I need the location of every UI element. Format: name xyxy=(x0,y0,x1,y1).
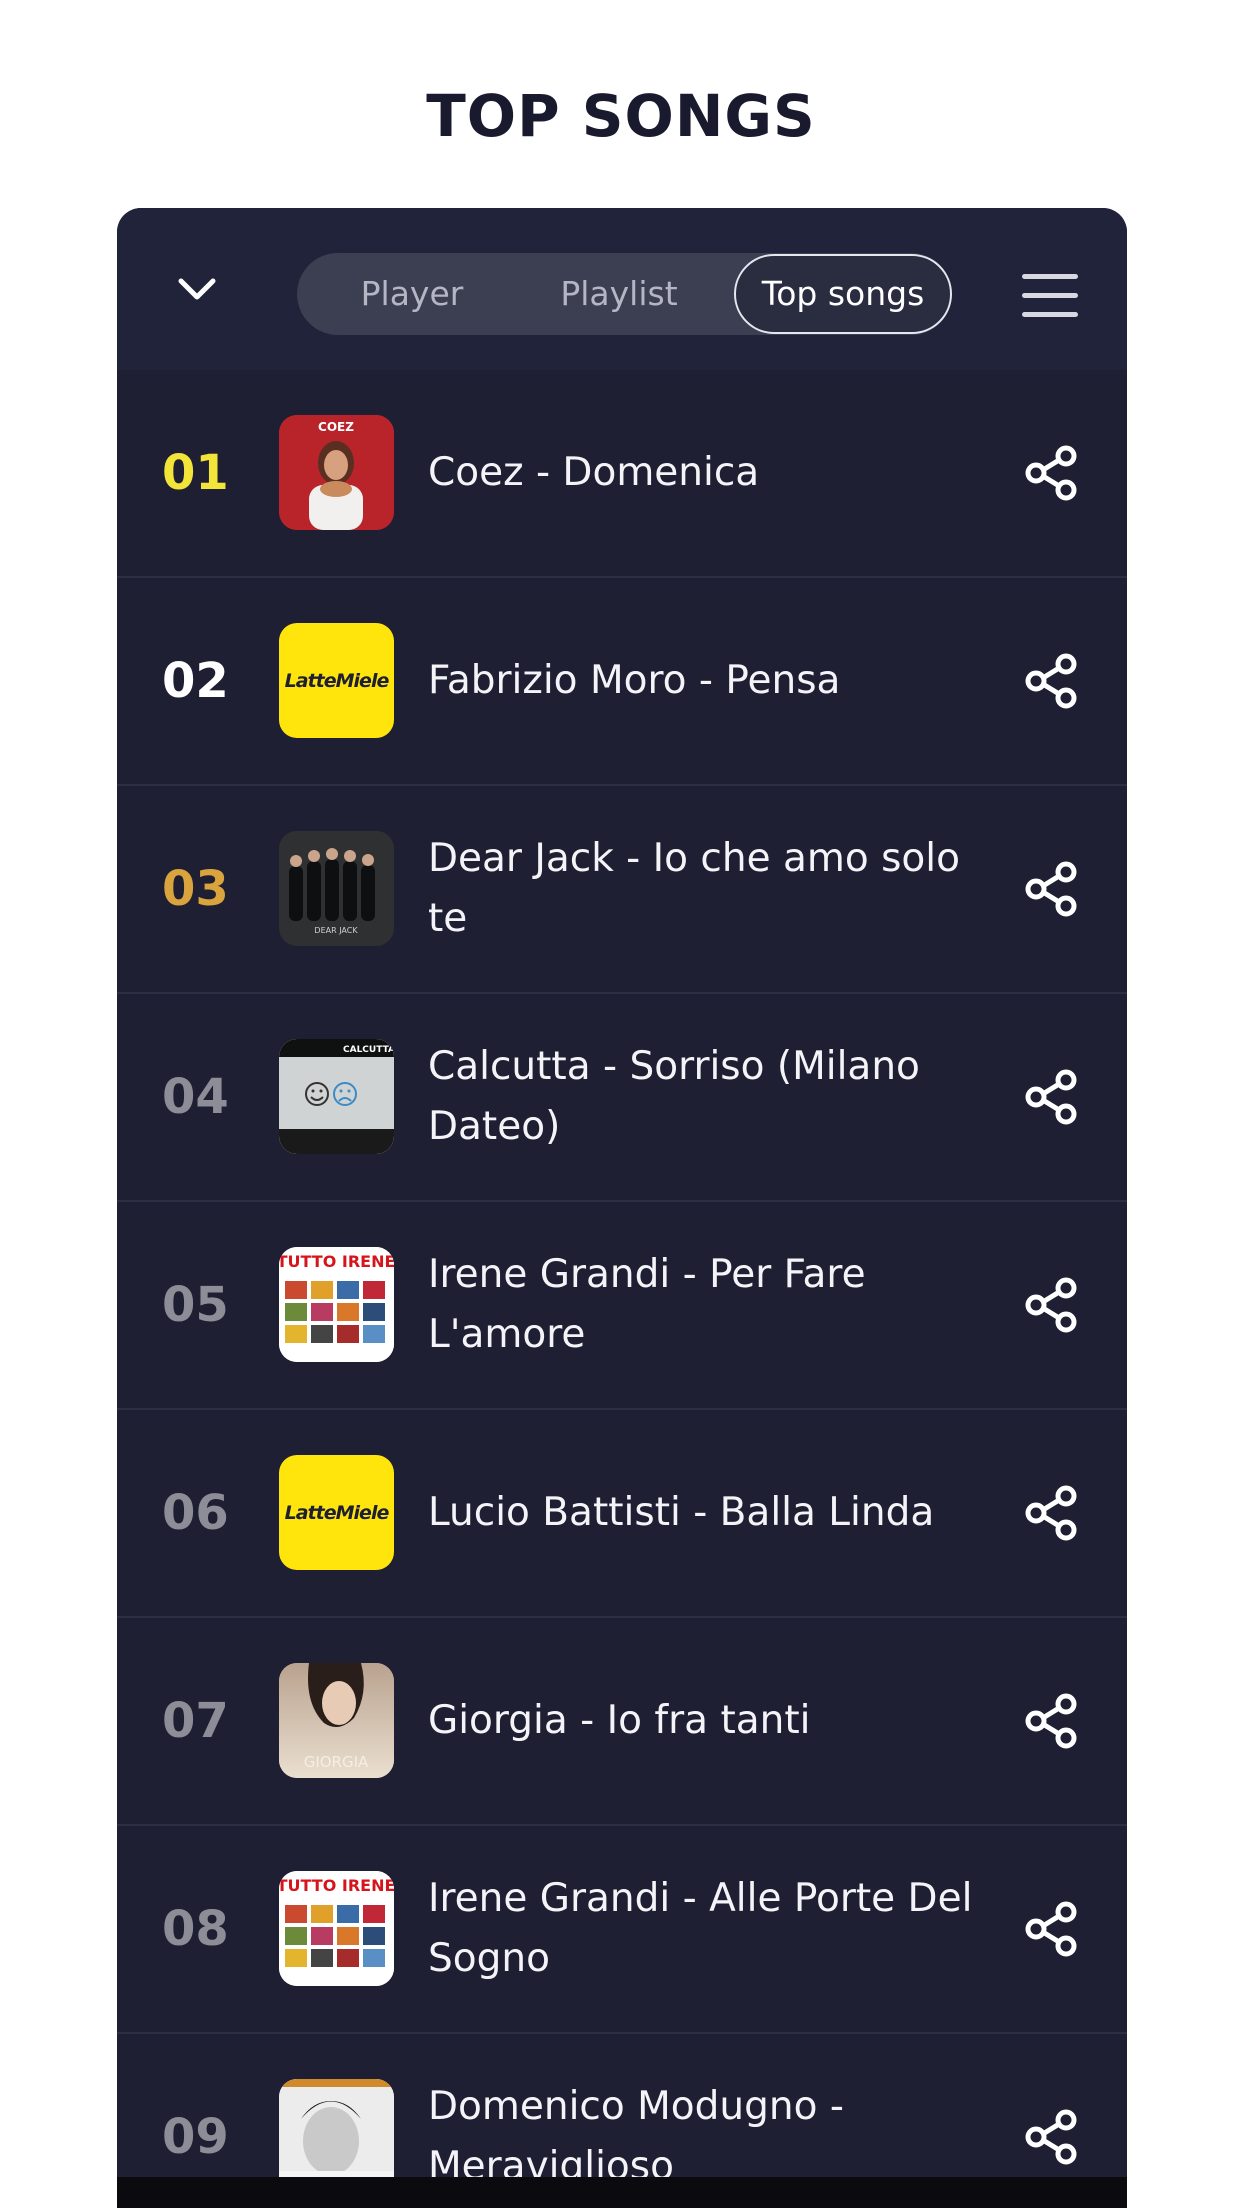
top-songs-panel: Player Playlist Top songs 01 COEZ Coez - D… xyxy=(117,208,1127,2208)
song-rank: 06 xyxy=(162,1485,229,1541)
song-title: Dear Jack - Io che amo solo te xyxy=(428,836,960,941)
song-rank: 04 xyxy=(162,1069,229,1125)
album-art: TUTTO IRENE xyxy=(279,1871,394,1986)
share-icon[interactable] xyxy=(1022,1067,1082,1127)
album-art: CALCUTTA xyxy=(279,1039,394,1154)
svg-text:COEZ: COEZ xyxy=(318,420,354,434)
svg-text:CALCUTTA: CALCUTTA xyxy=(343,1045,394,1055)
song-rank: 08 xyxy=(162,1901,229,1957)
song-row[interactable]: 01 COEZ Coez - Domenica xyxy=(117,370,1127,578)
song-title: Irene Grandi - Per Fare L'amore xyxy=(428,1252,866,1357)
svg-text:TUTTO IRENE: TUTTO IRENE xyxy=(279,1876,394,1895)
album-art: LatteMiele xyxy=(279,623,394,738)
song-row[interactable]: 08 TUTTO IRENE Irene Grandi - Alle Porte D… xyxy=(117,1826,1127,2034)
share-icon[interactable] xyxy=(1022,651,1082,711)
song-title: Giorgia - Io fra tanti xyxy=(428,1698,811,1743)
song-title: Coez - Domenica xyxy=(428,450,760,495)
song-row[interactable]: 06 LatteMiele Lucio Battisti - Balla Linda xyxy=(117,1410,1127,1618)
share-icon[interactable] xyxy=(1022,443,1082,503)
share-icon[interactable] xyxy=(1022,1275,1082,1335)
svg-text:TUTTO IRENE: TUTTO IRENE xyxy=(279,1252,394,1271)
album-art: GIORGIA xyxy=(279,1663,394,1778)
song-rank: 01 xyxy=(162,445,229,501)
share-icon[interactable] xyxy=(1022,859,1082,919)
song-title: Irene Grandi - Alle Porte Del Sogno xyxy=(428,1876,973,1981)
song-rank: 07 xyxy=(162,1693,229,1749)
album-art: DEAR JACK xyxy=(279,831,394,946)
song-row[interactable]: 07 GIORGIA Giorgia - Io fra tanti xyxy=(117,1618,1127,1826)
svg-text:DEAR JACK: DEAR JACK xyxy=(314,926,358,935)
song-row[interactable]: 04 CALCUTTA Calcutta - Sorriso (Milano Dat… xyxy=(117,994,1127,1202)
page-title: TOP SONGS xyxy=(426,82,816,150)
song-title: Calcutta - Sorriso (Milano Dateo) xyxy=(428,1044,920,1149)
panel-header: Player Playlist Top songs xyxy=(117,208,1127,372)
song-row[interactable]: 05 TUTTO IRENE Irene Grandi - Per Fare L'a… xyxy=(117,1202,1127,1410)
song-row[interactable]: 03 DEAR JACK Dear Jack - Io che amo solo t… xyxy=(117,786,1127,994)
view-tabs: Player Playlist Top songs xyxy=(297,253,952,335)
tab-player[interactable]: Player xyxy=(317,253,507,335)
song-row[interactable]: 02 LatteMiele Fabrizio Moro - Pensa xyxy=(117,578,1127,786)
chevron-down-icon[interactable] xyxy=(175,268,219,312)
svg-text:GIORGIA: GIORGIA xyxy=(304,1753,369,1771)
album-art: COEZ xyxy=(279,415,394,530)
share-icon[interactable] xyxy=(1022,1899,1082,1959)
tab-top-songs[interactable]: Top songs xyxy=(734,254,952,334)
bottom-bar xyxy=(117,2177,1127,2208)
hamburger-menu-icon[interactable] xyxy=(1022,274,1080,318)
song-title: Fabrizio Moro - Pensa xyxy=(428,658,841,703)
song-rank: 05 xyxy=(162,1277,229,1333)
tab-playlist[interactable]: Playlist xyxy=(519,253,719,335)
song-rank: 03 xyxy=(162,861,229,917)
song-rank: 02 xyxy=(162,653,229,709)
share-icon[interactable] xyxy=(1022,1691,1082,1751)
song-title: Lucio Battisti - Balla Linda xyxy=(428,1490,935,1535)
share-icon[interactable] xyxy=(1022,1483,1082,1543)
album-art: TUTTO IRENE xyxy=(279,1247,394,1362)
album-art: LatteMiele xyxy=(279,1455,394,1570)
share-icon[interactable] xyxy=(1022,2107,1082,2167)
